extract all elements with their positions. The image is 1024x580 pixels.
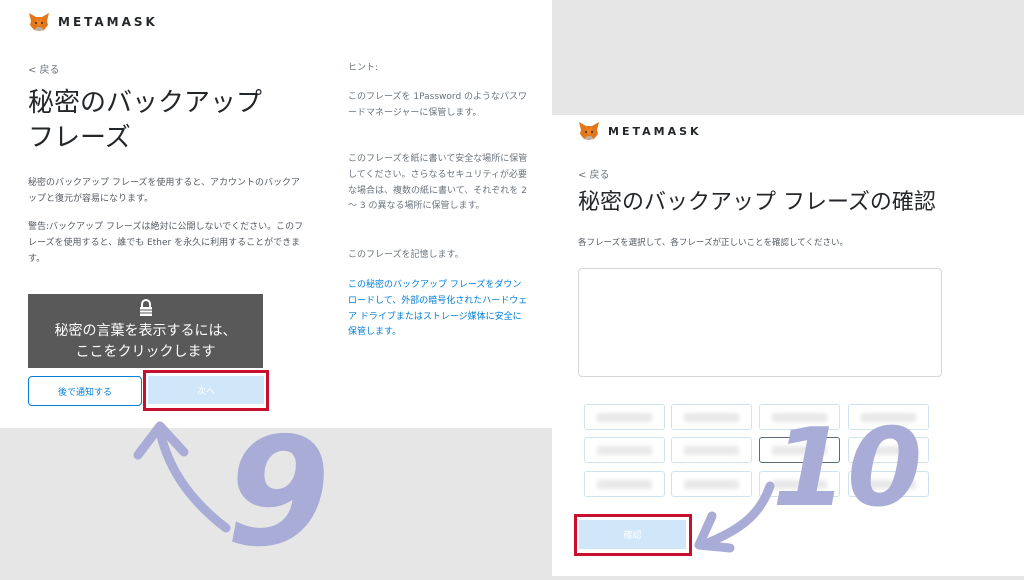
- step-number-10: 10: [772, 406, 923, 531]
- step-number-9: 9: [226, 406, 331, 580]
- curved-arrow-icon: [694, 481, 775, 553]
- curved-arrow-icon: [133, 421, 231, 533]
